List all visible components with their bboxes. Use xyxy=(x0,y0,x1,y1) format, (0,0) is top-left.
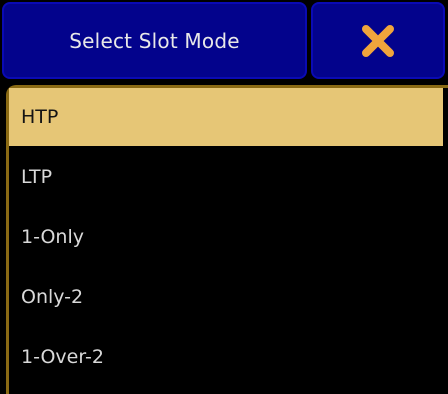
slot-mode-option-htp[interactable]: HTP xyxy=(9,88,443,146)
slot-mode-option-only-2[interactable]: Only-2 xyxy=(9,268,443,326)
dialog-title: Select Slot Mode xyxy=(2,2,307,79)
dialog-title-text: Select Slot Mode xyxy=(69,28,240,53)
option-label: 1-Over-2 xyxy=(21,346,104,368)
slot-mode-option-1-over-2[interactable]: 1-Over-2 xyxy=(9,328,443,386)
option-label: 1-Only xyxy=(21,226,84,248)
option-label: Only-2 xyxy=(21,286,84,308)
option-label: HTP xyxy=(21,106,59,128)
close-x-icon xyxy=(362,24,394,57)
close-button[interactable] xyxy=(311,2,445,79)
slot-mode-option-1-only[interactable]: 1-Only xyxy=(9,208,443,266)
option-label: LTP xyxy=(21,166,53,188)
slot-mode-list: HTP LTP 1-Only Only-2 1-Over-2 xyxy=(9,88,443,388)
slot-mode-option-ltp[interactable]: LTP xyxy=(9,148,443,206)
